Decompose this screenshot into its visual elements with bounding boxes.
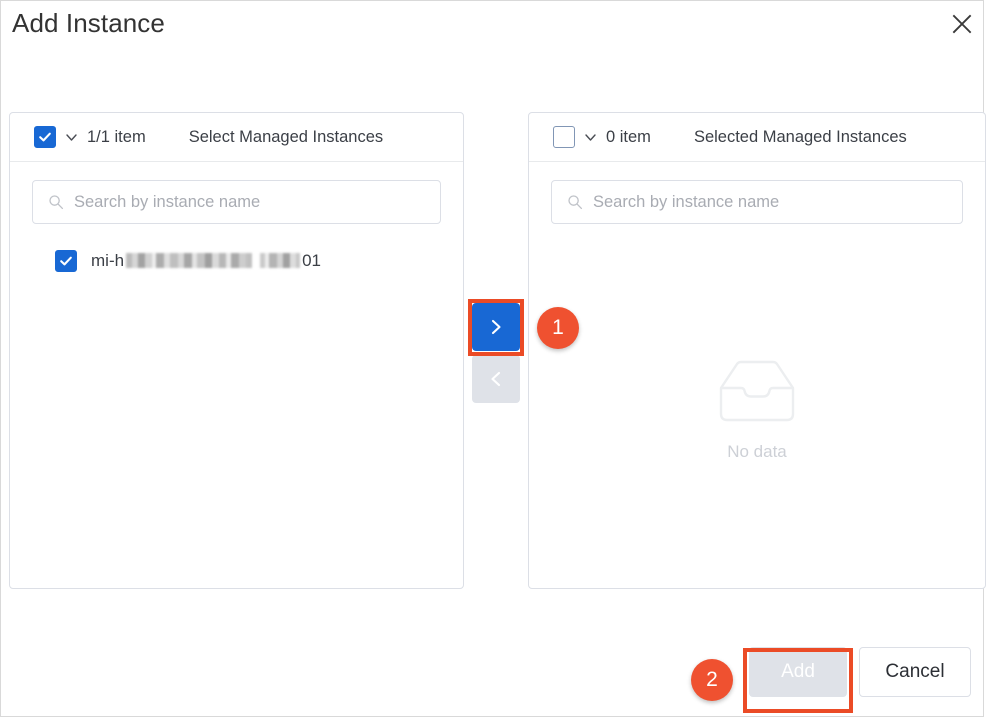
right-search-box[interactable] — [551, 180, 963, 224]
empty-state-text: No data — [727, 442, 787, 461]
right-panel-count: 0 item — [606, 127, 651, 146]
list-item[interactable]: mi-h 01 — [10, 246, 463, 276]
search-input-right[interactable] — [593, 181, 962, 223]
left-search-box[interactable] — [32, 180, 441, 224]
instance-name: mi-h 01 — [91, 251, 321, 271]
left-panel-count: 1/1 item — [87, 127, 146, 146]
dialog-footer: Add Cancel — [1, 628, 985, 716]
select-all-checkbox-right[interactable] — [553, 126, 575, 148]
right-panel-header: 0 item Selected Managed Instances — [529, 113, 985, 162]
empty-state: No data — [529, 358, 985, 462]
instance-name-suffix: 01 — [302, 251, 321, 270]
close-icon[interactable] — [945, 7, 979, 41]
move-right-button[interactable] — [472, 303, 520, 351]
cancel-button[interactable]: Cancel — [859, 647, 971, 697]
left-instance-list: mi-h 01 — [10, 224, 463, 276]
instance-checkbox[interactable] — [55, 250, 77, 272]
search-icon — [567, 194, 583, 210]
dialog-title-bar: Add Instance — [1, 1, 985, 53]
page-title: Add Instance — [12, 8, 165, 38]
add-button[interactable]: Add — [749, 647, 847, 697]
select-managed-instances-panel: 1/1 item Select Managed Instances Search… — [9, 112, 464, 589]
right-panel-caption: Selected Managed Instances — [693, 127, 907, 146]
left-panel-header: 1/1 item Select Managed Instances — [10, 113, 463, 162]
selected-managed-instances-panel: 0 item Selected Managed Instances No dat… — [528, 112, 986, 589]
chevron-down-icon-right[interactable] — [584, 131, 597, 144]
right-search-wrap — [529, 162, 985, 224]
instance-name-prefix: mi-h — [91, 251, 125, 270]
inbox-icon — [719, 360, 795, 422]
search-icon — [48, 194, 64, 210]
select-all-checkbox-left[interactable] — [34, 126, 56, 148]
transfer-controls — [472, 303, 520, 403]
left-panel-caption: Select Managed Instances — [188, 127, 384, 146]
search-input-left[interactable] — [74, 181, 440, 223]
move-left-button[interactable] — [472, 355, 520, 403]
left-search-wrap — [10, 162, 463, 224]
chevron-down-icon-left[interactable] — [65, 131, 78, 144]
redacted-text — [126, 253, 301, 268]
add-instance-dialog: Add Instance 1/1 item Select Managed Ins… — [0, 0, 986, 717]
